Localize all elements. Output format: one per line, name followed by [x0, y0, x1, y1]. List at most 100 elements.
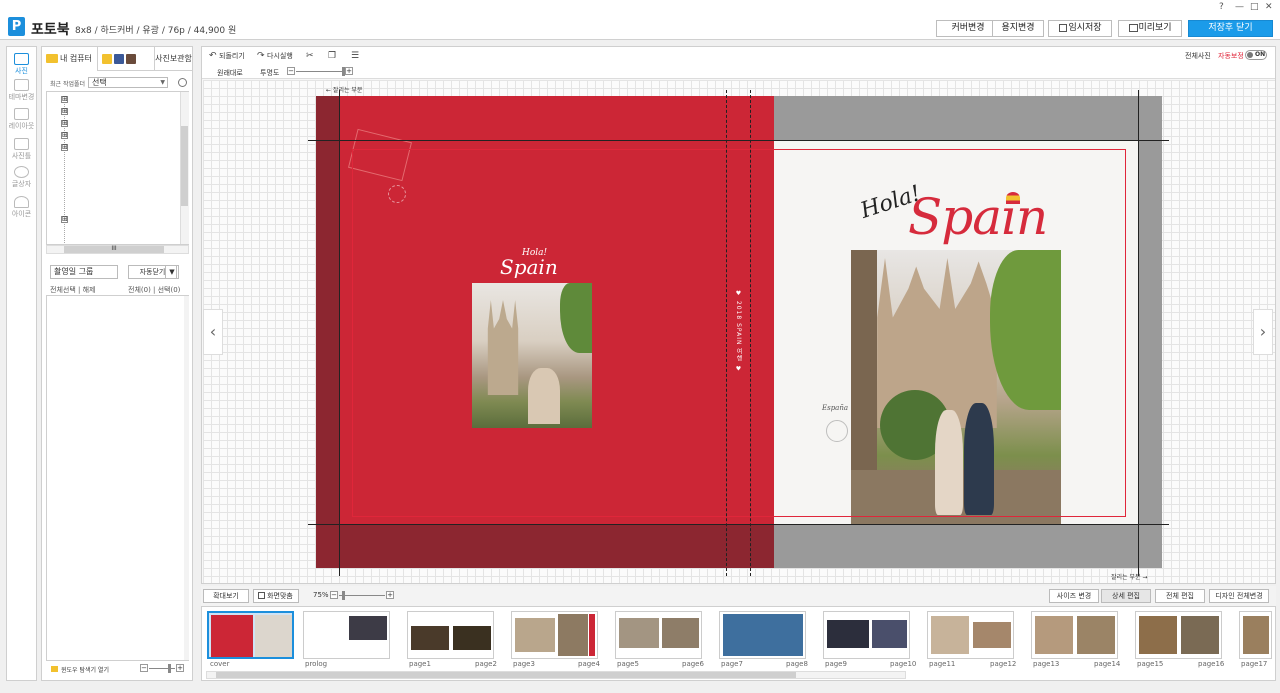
rail-label: 글상자 — [11, 180, 32, 188]
rail-item-theme[interactable]: 테마변경 — [7, 75, 36, 101]
thumb-image — [1035, 616, 1073, 654]
thumb-page9-10[interactable] — [823, 611, 910, 659]
minus-icon[interactable]: − — [140, 664, 148, 672]
next-page-button[interactable]: › — [1253, 309, 1273, 355]
thumbnail-scroll-thumb[interactable] — [216, 672, 796, 678]
thumb-label: prolog — [305, 660, 328, 668]
plus-icon[interactable]: + — [386, 591, 394, 599]
thumb-page11-12[interactable] — [927, 611, 1014, 659]
rail-item-icon[interactable]: 아이콘 — [7, 192, 36, 218]
thumb-image — [973, 622, 1011, 648]
zoom-percent: 75% — [313, 591, 329, 599]
minimize-icon[interactable]: — — [1235, 2, 1244, 12]
slider-knob[interactable] — [168, 664, 171, 673]
select-all-toggle[interactable]: 전체선택 | 해제 — [50, 285, 95, 295]
save-disk-icon — [1059, 24, 1067, 32]
thumb-page17[interactable] — [1239, 611, 1272, 659]
minus-icon[interactable]: − — [287, 67, 295, 75]
all-edit-button[interactable]: 전체 편집 — [1155, 589, 1205, 603]
size-change-button[interactable]: 사이즈 변경 — [1049, 589, 1099, 603]
date-group-select[interactable]: 촬영일 그룹 — [50, 265, 118, 279]
thumb-page15-16[interactable] — [1135, 611, 1222, 659]
tree-expand-icon[interactable]: ⊞ — [61, 96, 68, 103]
temp-save-button[interactable]: 임시저장 — [1048, 20, 1112, 37]
thumb-page13-14[interactable] — [1031, 611, 1118, 659]
copy-icon[interactable]: ❐ — [328, 51, 336, 61]
close-icon[interactable]: ✕ — [1265, 2, 1273, 12]
opacity-slider[interactable]: − + — [287, 67, 353, 76]
photo-list-scrollbar[interactable] — [184, 296, 189, 660]
photo-icon — [14, 53, 29, 65]
photo-source-panel: 내 컴퓨터 사진보관함 최근 작업폴더 선택 ⊞ ⊞ ⊞ ⊞ ⊞ ⊞ III 촬… — [41, 46, 193, 681]
redo-icon[interactable]: ↷ — [257, 51, 265, 61]
thumb-label: page5 — [617, 660, 639, 668]
plus-icon[interactable]: + — [345, 67, 353, 75]
fit-screen-button[interactable]: 화면맞춤 — [253, 589, 299, 603]
facebook-icon[interactable] — [114, 54, 124, 64]
tree-expand-icon[interactable]: ⊞ — [61, 132, 68, 139]
open-explorer-link[interactable]: 윈도우 탐색기 열기 — [61, 665, 109, 674]
undo-icon[interactable]: ↶ — [209, 51, 217, 61]
zoom-bar: 확대보기 화면맞춤 75% − + 사이즈 변경 상세 편집 전체 편집 디자인… — [201, 586, 1276, 606]
tab-label: 내 컴퓨터 — [60, 54, 92, 63]
maximize-icon[interactable]: □ — [1250, 2, 1259, 12]
folder-tree[interactable]: ⊞ ⊞ ⊞ ⊞ ⊞ ⊞ — [46, 91, 189, 245]
thumb-label: page17 — [1241, 660, 1268, 668]
thumb-page5-6[interactable] — [615, 611, 702, 659]
tree-scroll-thumb[interactable] — [181, 126, 188, 206]
instagram-icon[interactable] — [126, 54, 136, 64]
tree-expand-icon[interactable]: ⊞ — [61, 120, 68, 127]
right-edge-bleed — [1138, 96, 1162, 568]
kakao-icon[interactable] — [102, 54, 112, 64]
redo-button[interactable]: 다시실행 — [267, 51, 293, 61]
minus-icon[interactable]: − — [330, 591, 338, 599]
zoom-in-button[interactable]: 확대보기 — [203, 589, 249, 603]
tree-expand-icon[interactable]: ⊞ — [61, 108, 68, 115]
thumb-label: page6 — [682, 660, 704, 668]
original-size-button[interactable]: 원래대로 — [217, 68, 243, 78]
tree-hscroll-thumb[interactable]: III — [64, 246, 164, 253]
zoom-slider[interactable]: − + — [330, 591, 394, 600]
thumb-page7-8[interactable] — [719, 611, 806, 659]
tab-my-computer[interactable]: 내 컴퓨터 — [42, 47, 98, 71]
thumb-page3-4[interactable] — [511, 611, 598, 659]
rail-item-frame[interactable]: 사진틀 — [7, 134, 36, 160]
tree-expand-icon[interactable]: ⊞ — [61, 216, 68, 223]
cut-icon[interactable]: ✂ — [306, 51, 314, 61]
rail-item-photo[interactable]: 사진 — [7, 49, 36, 75]
slider-track — [149, 668, 175, 669]
preview-button[interactable]: 미리보기 — [1118, 20, 1182, 37]
explorer-folder-icon — [51, 666, 58, 672]
cover-change-button[interactable]: 커버변경 — [936, 20, 1000, 37]
thumb-page1-2[interactable] — [407, 611, 494, 659]
autocorrect-label: 자동보정 — [1218, 52, 1244, 60]
thumb-cover[interactable] — [207, 611, 294, 659]
save-and-close-button[interactable]: 저장후 닫기 — [1188, 20, 1273, 37]
rail-item-layout[interactable]: 레이아웃 — [7, 104, 36, 130]
thumb-label: page13 — [1033, 660, 1060, 668]
rail-item-textbox[interactable]: 글상자 — [7, 162, 36, 188]
title-bar: P 포토북 8x8 / 하드커버 / 유광 / 76p / 44,900 원 ?… — [0, 0, 1280, 40]
tree-expand-icon[interactable]: ⊞ — [61, 144, 68, 151]
photo-list[interactable] — [46, 295, 189, 661]
align-icon[interactable]: ☰ — [351, 51, 359, 61]
design-all-change-button[interactable]: 디자인 전체변경 — [1209, 589, 1269, 603]
recent-folder-select[interactable]: 선택 — [88, 77, 168, 88]
refresh-icon[interactable] — [178, 78, 187, 87]
thumb-image — [453, 626, 491, 650]
detail-edit-button[interactable]: 상세 편집 — [1101, 589, 1151, 603]
plus-icon[interactable]: + — [176, 664, 184, 672]
undo-button[interactable]: 되돌리기 — [219, 51, 245, 61]
thumb-image — [1181, 616, 1219, 654]
help-icon[interactable]: ? — [1219, 2, 1224, 12]
tab-photo-storage[interactable]: 사진보관함 — [154, 47, 192, 71]
thumb-label: page9 — [825, 660, 847, 668]
fit-icon — [258, 592, 265, 599]
dropdown-arrow-icon[interactable]: ▼ — [165, 265, 179, 279]
paper-change-button[interactable]: 용지변경 — [992, 20, 1044, 37]
thumb-prolog[interactable] — [303, 611, 390, 659]
thumbnail-size-slider[interactable]: − + — [140, 664, 184, 673]
prev-page-button[interactable]: ‹ — [203, 309, 223, 355]
slider-knob[interactable] — [342, 591, 345, 600]
thumb-label: page11 — [929, 660, 956, 668]
